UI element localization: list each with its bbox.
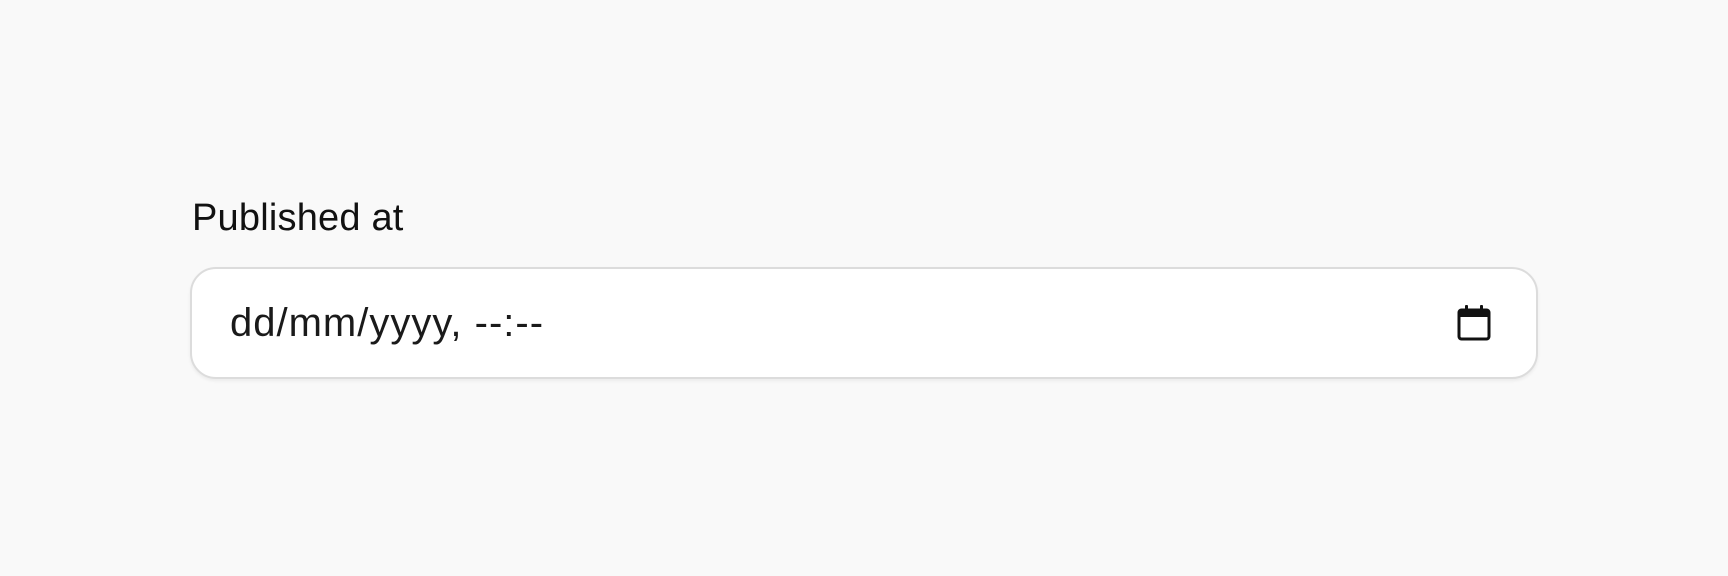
published-at-field: Published at dd/mm/yyyy, --:-- — [190, 195, 1538, 379]
datetime-placeholder: dd/mm/yyyy, --:-- — [230, 301, 545, 345]
published-at-label: Published at — [192, 197, 404, 239]
calendar-icon — [1457, 305, 1491, 341]
published-at-datetime-input[interactable]: dd/mm/yyyy, --:-- — [190, 267, 1538, 379]
calendar-picker-button[interactable] — [1452, 301, 1496, 345]
